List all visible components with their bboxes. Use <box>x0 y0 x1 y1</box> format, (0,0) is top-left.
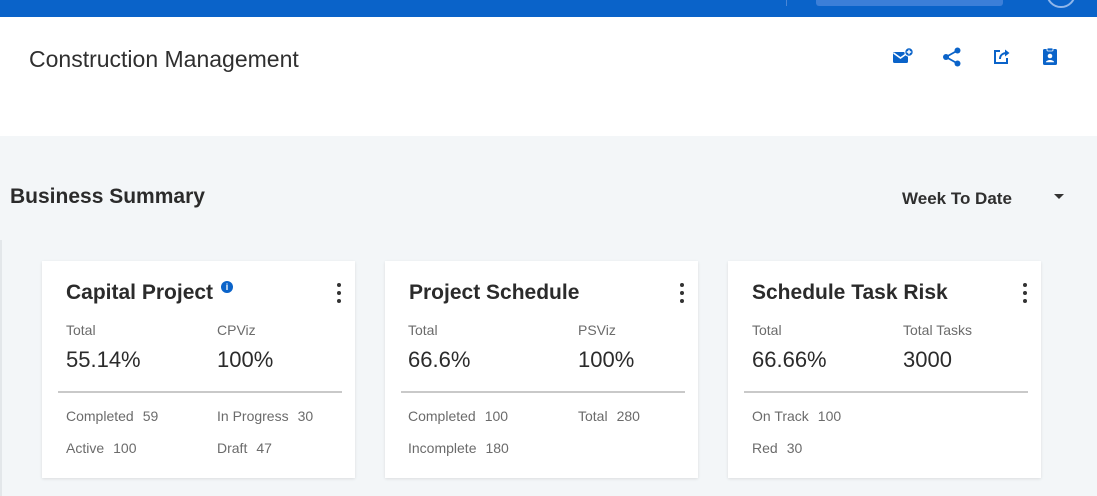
stat-label: Completed <box>408 408 476 424</box>
stat-value: 59 <box>142 408 159 424</box>
metric-value: 100% <box>578 347 635 372</box>
stat-value: 280 <box>616 408 640 424</box>
metric-value: 55.14% <box>66 347 141 372</box>
stat-label: On Track <box>752 408 809 424</box>
user-avatar[interactable] <box>1046 0 1076 8</box>
stat-item: Completed 100 <box>408 408 508 424</box>
stat-item: Draft 47 <box>217 440 272 456</box>
stat-item: Incomplete 180 <box>408 440 509 456</box>
page-header: Construction Management <box>0 17 1097 136</box>
stat-label: Red <box>752 440 778 456</box>
card-title: Capital Project <box>66 281 214 304</box>
card-divider <box>401 391 685 393</box>
stat-value: 100 <box>817 408 842 424</box>
stat-label: Completed <box>66 408 134 424</box>
stat-item: In Progress 30 <box>217 408 313 424</box>
export-icon[interactable] <box>991 46 1013 68</box>
section-title: Business Summary <box>10 185 205 208</box>
stat-label: Active <box>66 440 105 456</box>
metric-label: Total <box>752 322 782 338</box>
metric-value: 66.6% <box>408 347 471 372</box>
card-divider <box>744 391 1028 393</box>
metric-label: Total <box>66 322 96 338</box>
stat-item: Completed 59 <box>66 408 158 424</box>
contact-card-icon[interactable] <box>1039 46 1061 68</box>
stat-item: Red 30 <box>752 440 802 456</box>
info-icon[interactable]: i <box>221 281 233 293</box>
stat-value: 30 <box>786 440 803 456</box>
stat-label: Total <box>578 408 608 424</box>
metric-label: CPViz <box>217 322 256 338</box>
date-range-dropdown[interactable]: Week To Date <box>902 189 1070 211</box>
mail-add-icon[interactable] <box>892 46 914 68</box>
date-range-value: Week To Date <box>902 189 1012 208</box>
metric-label: Total Tasks <box>903 322 972 338</box>
stat-label: In Progress <box>217 408 289 424</box>
more-options-icon[interactable] <box>335 283 343 303</box>
top-bar-divider <box>786 0 787 6</box>
stat-label: Incomplete <box>408 440 477 456</box>
more-options-icon[interactable] <box>1021 283 1029 303</box>
stat-value: 30 <box>297 408 314 424</box>
stat-value: 100 <box>484 408 509 424</box>
metric-label: PSViz <box>578 322 616 338</box>
global-search-box[interactable] <box>816 0 1003 6</box>
metric-value: 3000 <box>903 347 952 372</box>
metric-label: Total <box>408 322 438 338</box>
stat-item: Active 100 <box>66 440 136 456</box>
stat-item: On Track 100 <box>752 408 841 424</box>
share-icon[interactable] <box>941 46 963 68</box>
schedule-task-risk-card: Schedule Task Risk Total 66.66% Total Ta… <box>728 261 1041 478</box>
page-title: Construction Management <box>29 46 299 72</box>
metric-value: 66.66% <box>752 347 827 372</box>
stat-value: 100 <box>113 440 137 456</box>
stat-value: 47 <box>256 440 272 456</box>
metric-value: 100% <box>217 347 274 372</box>
capital-project-card: Capital Project i Total 55.14% CPViz 100… <box>42 261 355 478</box>
left-edge-divider <box>0 240 2 496</box>
top-app-bar <box>0 0 1097 17</box>
stat-label: Draft <box>217 440 248 456</box>
card-title: Project Schedule <box>409 281 580 304</box>
chevron-down-icon <box>1054 194 1064 199</box>
card-title: Schedule Task Risk <box>752 281 948 304</box>
stat-value: 180 <box>485 440 509 456</box>
card-divider <box>58 391 342 393</box>
project-schedule-card: Project Schedule Total 66.6% PSViz 100% … <box>385 261 698 478</box>
stat-item: Total 280 <box>578 408 640 424</box>
more-options-icon[interactable] <box>678 283 686 303</box>
